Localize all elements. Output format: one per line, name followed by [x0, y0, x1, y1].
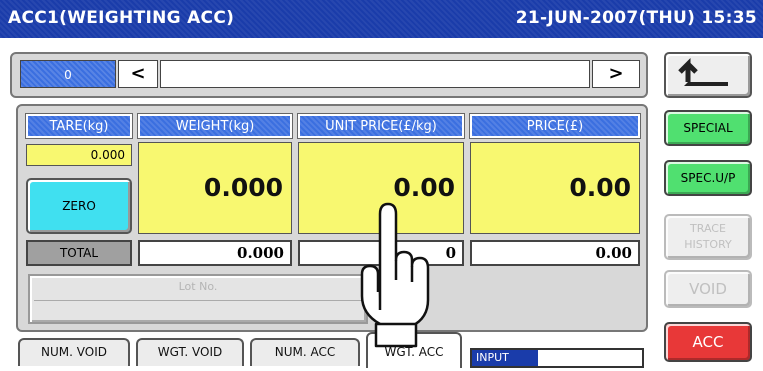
tab-wgt-void[interactable]: WGT. VOID: [136, 338, 244, 366]
total-price: 0.00: [470, 240, 640, 266]
weight-display: 0.000: [138, 142, 292, 234]
prev-button[interactable]: <: [118, 60, 158, 88]
tab-num-acc[interactable]: NUM. ACC: [250, 338, 360, 366]
lot-number-placeholder: Lot No.: [178, 280, 218, 293]
weight-header: WEIGHT(kg): [137, 113, 293, 139]
lot-number-field[interactable]: Lot No.: [28, 274, 368, 324]
tare-value: 0.000: [26, 144, 132, 166]
tare-header: TARE(kg): [25, 113, 133, 139]
zero-button[interactable]: ZERO: [26, 178, 132, 234]
input-indicator: INPUT: [472, 350, 538, 366]
unit-price-header: UNIT PRICE(£/kg): [297, 113, 465, 139]
index-value: 0: [64, 68, 72, 82]
special-button[interactable]: SPECIAL: [664, 110, 752, 146]
window-title: ACC1(WEIGHTING ACC): [8, 8, 235, 28]
back-arrow-icon: [678, 57, 728, 86]
prev-icon: <: [130, 63, 146, 84]
trace-label: TRACE: [690, 222, 726, 235]
total-label: TOTAL: [26, 240, 132, 266]
tab-num-void[interactable]: NUM. VOID: [18, 338, 130, 366]
void-button[interactable]: VOID: [664, 270, 752, 308]
input-bar: INPUT: [470, 348, 644, 368]
lot-divider: [34, 300, 362, 301]
history-label: HISTORY: [684, 238, 732, 251]
index-field[interactable]: 0: [20, 60, 116, 88]
back-button[interactable]: [664, 52, 752, 98]
price-display: 0.00: [470, 142, 640, 234]
next-icon: >: [608, 63, 624, 84]
next-button[interactable]: >: [592, 60, 640, 88]
acc-button[interactable]: ACC: [664, 322, 752, 362]
total-weight: 0.000: [138, 240, 292, 266]
spec-unit-price-button[interactable]: SPEC.U/P: [664, 160, 752, 196]
price-header: PRICE(£): [469, 113, 641, 139]
search-field[interactable]: [160, 60, 590, 88]
pointing-hand-icon: [360, 202, 430, 348]
datetime: 21-JUN-2007(THU) 15:35: [515, 8, 757, 28]
trace-history-button[interactable]: TRACE HISTORY: [664, 214, 752, 260]
